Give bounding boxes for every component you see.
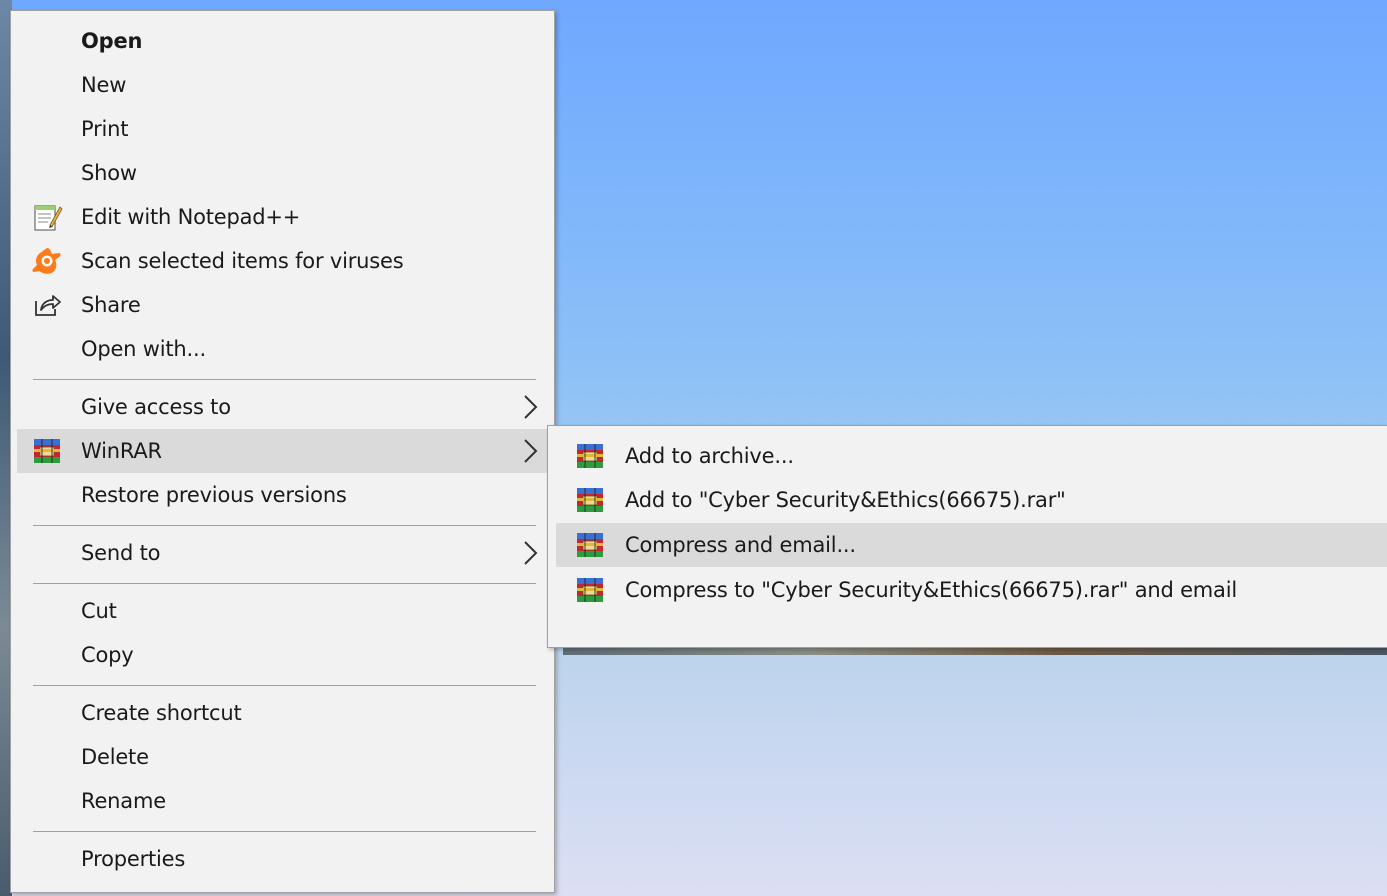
menu-item-label: Cut	[81, 599, 117, 623]
menu-item-create-shortcut[interactable]: Create shortcut	[17, 691, 548, 735]
menu-separator	[33, 685, 536, 686]
menu-item-label: Give access to	[81, 395, 231, 419]
menu-item-label: Open	[81, 29, 143, 53]
submenu-item-add-to-archive[interactable]: Add to archive...	[556, 434, 1387, 478]
menu-item-properties[interactable]: Properties	[17, 837, 548, 881]
menu-item-rename[interactable]: Rename	[17, 779, 548, 823]
winrar-icon	[577, 488, 603, 512]
menu-item-new[interactable]: New	[17, 63, 548, 107]
chevron-right-icon	[524, 541, 538, 565]
menu-item-label: Print	[81, 117, 129, 141]
menu-item-send-to[interactable]: Send to	[17, 531, 548, 575]
context-menu: Open New Print Show Edit with Notepad++ …	[10, 10, 555, 893]
menu-item-label: Edit with Notepad++	[81, 205, 301, 229]
menu-item-share[interactable]: Share	[17, 283, 548, 327]
chevron-right-icon	[524, 395, 538, 419]
menu-item-cut[interactable]: Cut	[17, 589, 548, 633]
menu-item-label: Compress to "Cyber Security&Ethics(66675…	[625, 578, 1237, 602]
menu-item-winrar[interactable]: WinRAR	[17, 429, 548, 473]
menu-item-give-access-to[interactable]: Give access to	[17, 385, 548, 429]
winrar-icon	[577, 533, 603, 557]
winrar-icon	[577, 578, 603, 602]
menu-item-label: Create shortcut	[81, 701, 242, 725]
menu-item-label: Delete	[81, 745, 149, 769]
chevron-right-icon	[524, 439, 538, 463]
menu-item-label: Send to	[81, 541, 161, 565]
share-icon	[35, 295, 61, 316]
menu-item-label: Add to archive...	[625, 444, 794, 468]
menu-item-label: New	[81, 73, 127, 97]
menu-item-open-with[interactable]: Open with...	[17, 327, 548, 371]
menu-item-label: Open with...	[81, 337, 206, 361]
submenu-item-add-to-rar[interactable]: Add to "Cyber Security&Ethics(66675).rar…	[556, 478, 1387, 522]
menu-separator	[33, 583, 536, 584]
menu-item-label: Add to "Cyber Security&Ethics(66675).rar…	[625, 488, 1066, 512]
menu-item-label: Copy	[81, 643, 134, 667]
menu-item-label: Share	[81, 293, 141, 317]
menu-item-delete[interactable]: Delete	[17, 735, 548, 779]
submenu-item-compress-and-email[interactable]: Compress and email...	[556, 523, 1387, 567]
submenu-item-compress-to-rar-and-email[interactable]: Compress to "Cyber Security&Ethics(66675…	[556, 568, 1387, 612]
winrar-submenu: Add to archive... Add to "Cyber Security…	[547, 425, 1387, 648]
menu-item-label: WinRAR	[81, 439, 162, 463]
menu-item-label: Rename	[81, 789, 166, 813]
menu-item-copy[interactable]: Copy	[17, 633, 548, 677]
menu-item-print[interactable]: Print	[17, 107, 548, 151]
menu-item-label: Show	[81, 161, 137, 185]
winrar-icon	[577, 444, 603, 468]
menu-item-show[interactable]: Show	[17, 151, 548, 195]
notepad-plus-plus-icon	[34, 205, 63, 231]
menu-separator	[33, 379, 536, 380]
avast-icon	[32, 248, 61, 274]
menu-separator	[33, 831, 536, 832]
menu-item-label: Restore previous versions	[81, 483, 347, 507]
menu-item-edit-with-notepad[interactable]: Edit with Notepad++	[17, 195, 548, 239]
menu-item-restore-previous-versions[interactable]: Restore previous versions	[17, 473, 548, 517]
menu-item-label: Compress and email...	[625, 533, 856, 557]
menu-separator	[33, 525, 536, 526]
menu-item-scan-viruses[interactable]: Scan selected items for viruses	[17, 239, 548, 283]
menu-item-label: Properties	[81, 847, 186, 871]
winrar-icon	[34, 439, 60, 463]
menu-item-open[interactable]: Open	[17, 19, 548, 63]
menu-item-label: Scan selected items for viruses	[81, 249, 404, 273]
